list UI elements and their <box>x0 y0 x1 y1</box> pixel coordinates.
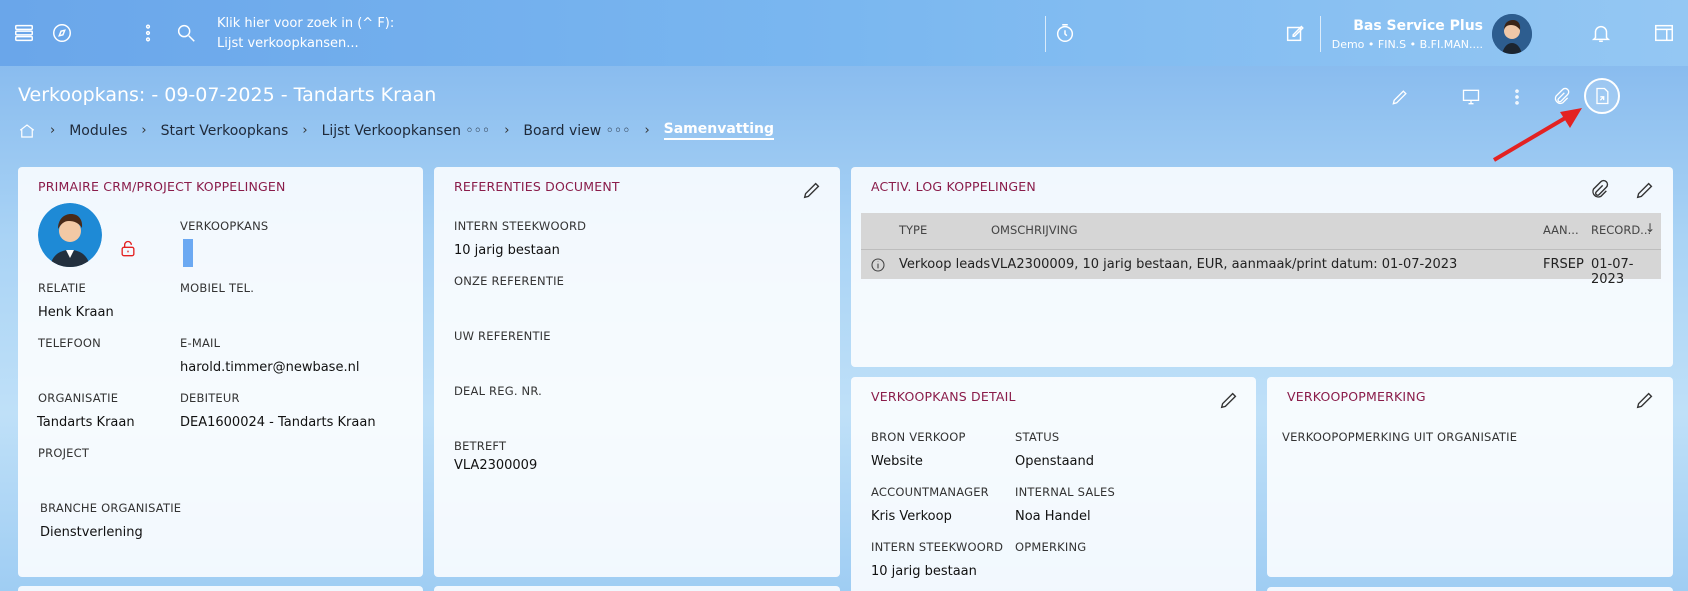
card-partial <box>18 586 423 591</box>
internal-sales-value: Noa Handel <box>1015 509 1091 524</box>
verkoopopmerking-card: VERKOOPOPMERKING VERKOOPOPMERKING UIT OR… <box>1267 377 1673 577</box>
breadcrumb-modules[interactable]: Modules <box>69 123 127 139</box>
paperclip-icon[interactable] <box>1588 179 1610 201</box>
breadcrumb-separator: › <box>50 123 56 138</box>
info-icon[interactable] <box>870 257 886 277</box>
red-arrow-annotation <box>1492 108 1582 162</box>
breadcrumb-samenvatting[interactable]: Samenvatting <box>663 121 774 140</box>
column-omschrijving[interactable]: OMSCHRIJVING <box>991 223 1078 237</box>
contact-avatar[interactable] <box>38 203 102 267</box>
more-vertical-icon[interactable] <box>135 20 161 46</box>
verkoopkans-detail-card: VERKOOPKANS DETAIL BRON VERKOOP Website … <box>851 377 1256 591</box>
bell-icon[interactable] <box>1588 20 1614 46</box>
breadcrumb-start-verkoopkans[interactable]: Start Verkoopkans <box>161 123 289 139</box>
accountmanager-label: ACCOUNTMANAGER <box>871 485 989 499</box>
divider <box>1045 16 1046 52</box>
opmerking-label: OPMERKING <box>1015 540 1087 554</box>
panel-icon[interactable] <box>1651 20 1677 46</box>
card-title: VERKOOPKANS DETAIL <box>871 389 1016 404</box>
breadcrumb-board-view[interactable]: Board view ◦◦◦ <box>523 123 630 139</box>
status-value: Openstaand <box>1015 454 1095 469</box>
branche-value: Dienstverlening <box>40 525 143 540</box>
referenties-card: REFERENTIES DOCUMENT INTERN STEEKWOORD 1… <box>434 167 840 577</box>
project-label: PROJECT <box>38 446 90 460</box>
intern-steekwoord-value: 10 jarig bestaan <box>454 243 560 258</box>
bron-verkoop-value: Website <box>871 454 923 469</box>
page-title: Verkoopkans: - 09-07-2025 - Tandarts Kra… <box>18 84 437 106</box>
breadcrumb-separator: › <box>302 123 308 138</box>
sort-down-icon[interactable]: ↓ <box>1645 221 1655 235</box>
breadcrumb-lijst-verkoopkansen[interactable]: Lijst Verkoopkansen ◦◦◦ <box>322 123 491 139</box>
intern-steekwoord-value: 10 jarig bestaan <box>871 564 977 579</box>
branche-label: BRANCHE ORGANISATIE <box>40 501 182 515</box>
internal-sales-label: INTERNAL SALES <box>1015 485 1115 499</box>
divider <box>1320 16 1321 52</box>
card-title: REFERENTIES DOCUMENT <box>454 179 620 194</box>
row-record: 01-07-2023 <box>1591 257 1634 287</box>
monitor-icon[interactable] <box>1458 84 1484 110</box>
uw-referentie-label: UW REFERENTIE <box>454 329 551 343</box>
betreft-label: BETREFT <box>454 439 507 453</box>
search-field[interactable]: Klik hier voor zoek in (^ F): Lijst verk… <box>217 14 394 54</box>
column-aan[interactable]: AAN... <box>1543 223 1579 237</box>
column-type[interactable]: TYPE <box>899 223 927 237</box>
lock-icon[interactable] <box>118 239 138 263</box>
timer-icon[interactable] <box>1052 20 1078 46</box>
organisatie-label: ORGANISATIE <box>38 391 119 405</box>
email-label: E-MAIL <box>180 336 221 350</box>
card-title: VERKOOPOPMERKING <box>1287 389 1426 404</box>
edit-icon[interactable] <box>1387 84 1413 110</box>
card-title: ACTIV. LOG KOPPELINGEN <box>871 179 1036 194</box>
table-row[interactable]: Verkoop leads VLA2300009, 10 jarig besta… <box>861 249 1661 287</box>
row-omschrijving: VLA2300009, 10 jarig bestaan, EUR, aanma… <box>991 257 1458 272</box>
verkoopkans-color-bar <box>183 239 193 267</box>
verkoopkans-label: VERKOOPKANS <box>180 219 269 233</box>
relatie-label: RELATIE <box>38 281 86 295</box>
breadcrumb-separator: › <box>141 123 147 138</box>
accountmanager-value: Kris Verkoop <box>871 509 952 524</box>
breadcrumb-separator: › <box>644 123 650 138</box>
debiteur-value[interactable]: DEA1600024 - Tandarts Kraan <box>180 415 376 430</box>
verkoopopmerking-label: VERKOOPOPMERKING UIT ORGANISATIE <box>1282 430 1518 444</box>
home-icon[interactable] <box>18 122 36 140</box>
mobiel-label: MOBIEL TEL. <box>180 281 255 295</box>
breadcrumb-separator: › <box>504 123 510 138</box>
search-icon[interactable] <box>173 20 199 46</box>
menu-icon[interactable] <box>11 20 37 46</box>
organisatie-value[interactable]: Tandarts Kraan <box>37 415 135 430</box>
crm-links-card: PRIMAIRE CRM/PROJECT KOPPELINGEN VERKOOP… <box>18 167 423 577</box>
edit-icon[interactable] <box>1634 389 1656 411</box>
email-value[interactable]: harold.timmer@newbase.nl <box>180 360 359 375</box>
status-label: STATUS <box>1015 430 1060 444</box>
betreft-value: VLA2300009 <box>454 458 538 473</box>
deal-reg-label: DEAL REG. NR. <box>454 384 542 398</box>
edit-icon[interactable] <box>1218 389 1240 411</box>
activity-log-card: ACTIV. LOG KOPPELINGEN TYPE OMSCHRIJVING… <box>851 167 1673 367</box>
row-type: Verkoop leads <box>899 257 991 272</box>
note-edit-icon[interactable] <box>1282 20 1308 46</box>
search-context: Lijst verkoopkansen... <box>217 36 359 51</box>
user-context[interactable]: Demo • FIN.S • B.FI.MAN.... <box>1332 38 1483 51</box>
intern-steekwoord-label: INTERN STEEKWOORD <box>454 219 587 233</box>
search-hint: Klik hier voor zoek in (^ F): <box>217 16 395 31</box>
column-record[interactable]: RECORD... <box>1591 223 1651 237</box>
edit-icon[interactable] <box>1634 179 1656 201</box>
telefoon-label: TELEFOON <box>38 336 101 350</box>
compass-icon[interactable] <box>49 20 75 46</box>
top-bar: Klik hier voor zoek in (^ F): Lijst verk… <box>0 0 1688 66</box>
user-name[interactable]: Bas Service Plus <box>1353 18 1483 34</box>
row-aan: FRSEP <box>1543 257 1584 272</box>
debiteur-label: DEBITEUR <box>180 391 240 405</box>
breadcrumb: › Modules › Start Verkoopkans › Lijst Ve… <box>18 121 774 140</box>
bron-verkoop-label: BRON VERKOOP <box>871 430 966 444</box>
relatie-value[interactable]: Henk Kraan <box>38 305 114 320</box>
card-partial <box>434 586 840 591</box>
log-table-header: TYPE OMSCHRIJVING AAN... RECORD... ↓ <box>861 213 1661 249</box>
card-partial <box>1267 587 1673 591</box>
intern-steekwoord-label: INTERN STEEKWOORD <box>871 540 1004 554</box>
edit-icon[interactable] <box>801 179 823 201</box>
avatar[interactable] <box>1492 14 1532 54</box>
onze-referentie-label: ONZE REFERENTIE <box>454 274 565 288</box>
card-title: PRIMAIRE CRM/PROJECT KOPPELINGEN <box>38 179 286 194</box>
